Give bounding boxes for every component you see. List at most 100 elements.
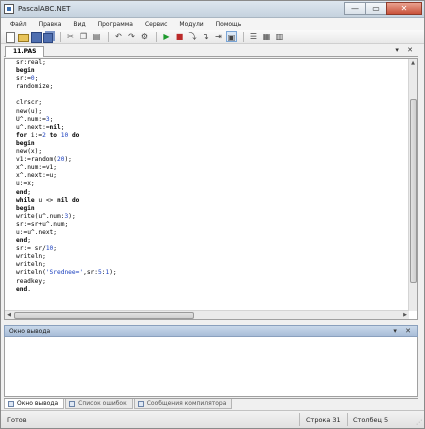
compile-icon[interactable]: ⚙ [139,31,150,42]
code-line[interactable]: new(x); [16,148,406,156]
code-line[interactable]: sr:=sr+u^.num; [16,221,406,229]
status-divider [347,413,348,426]
format-icon[interactable]: ☰ [248,31,259,42]
maximize-button[interactable]: ▭ [365,2,387,15]
editor-tabstrip: 11.PAS ▾ ✕ [4,45,418,57]
close-button[interactable]: ✕ [386,2,422,15]
menu-service[interactable]: Сервис [139,21,173,28]
toolbar-separator [60,31,61,42]
code-line[interactable]: x^.next:=u; [16,172,406,180]
tab-output-window-label: Окно вывода [17,399,59,407]
tab-controls[interactable]: ▾ ✕ [395,46,416,54]
step-over-icon[interactable]: ↴ [200,31,211,42]
resize-grip-icon[interactable]: ⋰ [416,419,422,426]
tab-error-list[interactable]: Список ошибок [65,399,133,409]
code-line[interactable]: randomize; [16,83,406,91]
status-divider [299,413,300,426]
output-window-icon[interactable]: ▣ [226,31,237,42]
menu-help[interactable]: Помощь [210,21,248,28]
menu-program[interactable]: Программа [92,21,139,28]
code-line[interactable]: U^.num:=3; [16,116,406,124]
scroll-right-icon[interactable]: ▶ [401,311,409,319]
code-line[interactable]: x^.num:=v1; [16,164,406,172]
code-line[interactable]: begin [16,67,406,75]
paste-icon[interactable]: ▤ [91,31,102,42]
run-to-cursor-icon[interactable]: ⇥ [213,31,224,42]
code-line[interactable]: writeln('Srednee=',sr:5:1); [16,269,406,277]
code-line[interactable]: new(u); [16,108,406,116]
code-line[interactable]: sr:real; [16,59,406,67]
code-editor[interactable]: sr:real; begin sr:=0; randomize; clrscr; new… [4,58,418,320]
output-panel-header: Окно вывода ▾ ✕ [4,325,418,337]
save-all-icon[interactable] [43,31,54,43]
code-line[interactable] [16,91,406,99]
new-icon[interactable] [4,31,15,43]
code-line[interactable]: write(u^.num:3); [16,213,406,221]
vertical-scroll-thumb[interactable] [410,99,417,283]
status-column: Столбец 5 [353,416,389,424]
code-line[interactable]: clrscr; [16,99,406,107]
menu-edit[interactable]: Правка [33,21,68,28]
status-bar: Готов Строка 31 Столбец 5 ⋰ [1,410,424,428]
tab-11-pas[interactable]: 11.PAS [5,46,44,57]
status-row: Строка 31 [306,416,341,424]
code-line[interactable]: u:=x; [16,180,406,188]
window-controls: — ▭ ✕ [344,2,422,15]
vertical-scrollbar[interactable]: ▲ [408,59,417,311]
code-line[interactable]: v1:=random(20); [16,156,406,164]
app-icon [4,4,14,14]
code-line[interactable]: end; [16,237,406,245]
code-line[interactable]: sr:= sr/10; [16,245,406,253]
code-line[interactable]: u:=u^.next; [16,229,406,237]
code-line[interactable]: readkey; [16,278,406,286]
status-ready: Готов [7,416,27,424]
bottom-tabs: Окно вывода Список ошибок Сообщения комп… [4,398,418,409]
undo-icon[interactable]: ↶ [113,31,124,42]
output-panel-title: Окно вывода [9,328,51,335]
code-line[interactable]: while u <> nil do [16,197,406,205]
scroll-left-icon[interactable]: ◀ [5,311,13,319]
code-line[interactable]: begin [16,205,406,213]
output-panel-controls[interactable]: ▾ ✕ [393,327,414,335]
code-line[interactable]: u^.next:=nil; [16,124,406,132]
tab-compiler-messages[interactable]: Сообщения компилятора [133,399,233,409]
menu-bar: Файл Правка Вид Программа Сервис Модули … [1,18,424,30]
code-line[interactable]: begin [16,140,406,148]
redo-icon[interactable]: ↷ [126,31,137,42]
help-icon[interactable]: ▥ [274,31,285,42]
stop-icon[interactable]: ■ [174,31,185,42]
toolbar-separator [108,31,109,42]
output-window-icon [8,400,14,407]
code-line[interactable]: end. [16,286,406,294]
step-into-icon[interactable]: ⤵ [187,31,198,42]
menu-view[interactable]: Вид [67,21,91,28]
horizontal-scrollbar[interactable]: ◀ ▶ [5,310,409,319]
scroll-up-icon[interactable]: ▲ [409,59,417,67]
save-icon[interactable] [30,31,42,43]
code-line[interactable]: writeln; [16,253,406,261]
code-line[interactable]: for i:=2 to 10 do [16,132,406,140]
menu-file[interactable]: Файл [4,21,33,28]
open-icon[interactable] [17,31,29,42]
output-panel-body[interactable] [4,337,418,397]
tab-error-list-label: Список ошибок [78,399,127,407]
app-window: PascalABC.NET — ▭ ✕ Файл Правка Вид Прог… [0,0,425,429]
toolbar: ✂ ❐ ▤ ↶ ↷ ⚙ ▶ ■ ⤵ ↴ ⇥ ▣ ☰ ▦ ▥ [1,30,424,44]
horizontal-scroll-thumb[interactable] [14,312,194,319]
cut-icon[interactable]: ✂ [65,31,76,42]
window-title: PascalABC.NET [18,5,71,13]
minimize-button[interactable]: — [344,2,366,15]
tab-compiler-messages-label: Сообщения компилятора [146,399,227,407]
settings-icon[interactable]: ▦ [261,31,272,42]
run-icon[interactable]: ▶ [161,31,172,42]
code-area[interactable]: sr:real; begin sr:=0; randomize; clrscr; new… [16,59,406,311]
toolbar-separator [156,31,157,42]
copy-icon[interactable]: ❐ [78,31,89,42]
code-line[interactable]: sr:=0; [16,75,406,83]
code-line[interactable]: writeln; [16,261,406,269]
code-line[interactable]: end; [16,189,406,197]
compiler-messages-icon [137,400,144,407]
tab-output-window[interactable]: Окно вывода [4,399,65,409]
title-bar[interactable]: PascalABC.NET — ▭ ✕ [1,1,424,18]
menu-modules[interactable]: Модули [173,21,209,28]
